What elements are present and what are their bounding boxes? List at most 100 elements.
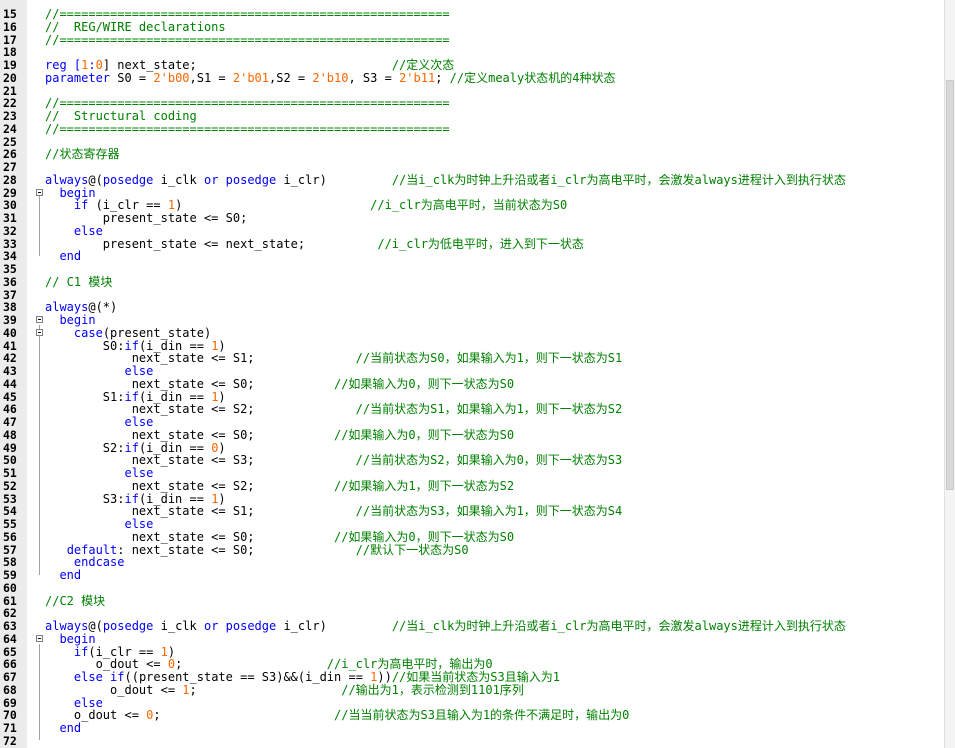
code-text: always@(posedge i_clk or posedge i_clr) … (45, 172, 846, 187)
code-line[interactable]: 26//状态寄存器 (0, 148, 948, 161)
code-token: //如果输入为0，则下一状态为S0 (333, 376, 515, 391)
code-text: // C1 模块 (45, 274, 113, 289)
code-token: //当前状态为S1，如果输入为1，则下一状态为S2 (355, 402, 623, 417)
code-line[interactable]: 63 always@(posedge i_clk or posedge i_clr… (0, 620, 948, 633)
code-line[interactable]: 28 always@(posedge i_clk or posedge i_clr… (0, 172, 948, 187)
code-token: i_clr) (276, 172, 392, 187)
code-line[interactable]: 57 default: next_state <= S0; //默认下一状态为S… (0, 542, 948, 557)
code-token: end (45, 568, 82, 582)
line-number: 64 (3, 631, 17, 646)
line-number: 55 (3, 517, 17, 531)
code-token: ; (153, 708, 335, 723)
code-token: 1 (182, 682, 190, 697)
code-line[interactable]: 37 (0, 288, 948, 302)
code-token: //当当前状态为S3且输入为1的条件不满足时，输出为0 (334, 708, 630, 723)
code-token: //当前状态为S2，如果输入为0，则下一状态为S3 (355, 453, 623, 468)
code-token: : next_state <= S0; (117, 542, 356, 557)
line-number: 68 (3, 682, 17, 697)
line-number: 47 (3, 415, 17, 429)
code-lines[interactable]: 15 //====================================… (0, 8, 948, 748)
code-token: i_clk (153, 619, 204, 633)
line-number: 72 (3, 733, 17, 748)
code-token: posedge (102, 172, 154, 187)
code-token: end (45, 249, 82, 264)
code-line[interactable]: 71 end (0, 722, 948, 735)
line-number: 51 (3, 466, 17, 480)
code-token: //======================================… (45, 32, 450, 47)
line-number: 28 (3, 172, 17, 187)
code-token: 2'b01 (232, 70, 269, 85)
line-number: 39 (3, 313, 17, 327)
code-token: //当i_clk为时钟上升沿或者i_clr为高电平时，会激发always进程计入… (391, 619, 846, 633)
line-number: 35 (3, 262, 17, 276)
fold-toggle-icon[interactable] (36, 316, 44, 324)
line-number: 27 (3, 160, 17, 174)
code-token: 2'b00 (153, 70, 190, 85)
code-token: // C1 模块 (45, 274, 113, 289)
code-token: posedge (225, 172, 277, 187)
fold-toggle-icon[interactable] (36, 634, 44, 643)
code-line[interactable]: 72 (0, 733, 948, 748)
line-number: 48 (3, 427, 17, 442)
code-token: i_clk (153, 172, 204, 187)
code-text: //状态寄存器 (45, 148, 119, 161)
line-number: 16 (3, 19, 17, 34)
code-text: parameter S0 = 2'b00,S1 = 2'b01,S2 = 2'b… (45, 70, 616, 85)
code-token: //输出为1，表示检测到1101序列 (341, 682, 524, 697)
line-number: 20 (3, 70, 17, 85)
code-line[interactable]: 59 end (0, 569, 948, 582)
line-number: 59 (3, 568, 17, 582)
line-number: 31 (3, 211, 17, 225)
code-line[interactable]: 17//====================================… (0, 32, 948, 47)
code-editor[interactable]: 15 //====================================… (0, 0, 955, 748)
code-token: //C2 模块 (45, 593, 106, 608)
line-number: 60 (3, 580, 17, 595)
code-token: , S3 = (348, 70, 400, 85)
code-line[interactable]: 24 //====================================… (0, 121, 948, 136)
code-line[interactable]: 36 // C1 模块 (0, 274, 948, 289)
line-number: 43 (3, 364, 17, 378)
code-line[interactable]: 34 end (0, 250, 948, 263)
code-line[interactable]: 35 (0, 263, 948, 276)
code-line[interactable]: 33 present_state <= next_state; //i_clr为… (0, 237, 948, 251)
code-token: //默认下一状态为S0 (355, 542, 469, 557)
line-number: 40 (3, 325, 17, 340)
code-line[interactable]: 20 parameter S0 = 2'b00,S1 = 2'b01,S2 = 2… (0, 70, 948, 85)
scrollbar-thumb[interactable] (946, 80, 954, 490)
code-line[interactable]: 58 endcase (0, 556, 948, 569)
code-text: //======================================… (45, 32, 450, 47)
line-number: 32 (3, 223, 17, 238)
code-token: ; (435, 70, 450, 85)
code-token: //当前状态为S3，如果输入为1，则下一状态为S4 (355, 504, 623, 519)
line-number: 71 (3, 721, 17, 735)
code-token: 2'b11 (399, 70, 436, 85)
fold-toggle-icon[interactable] (36, 328, 44, 337)
code-text: //======================================… (45, 121, 450, 136)
code-text: o_dout <= 1; //输出为1，表示检测到1101序列 (45, 682, 524, 697)
code-text: end (45, 722, 81, 735)
line-number: 19 (3, 58, 17, 72)
code-line[interactable]: 70 o_dout <= 0; //当当前状态为S3且输入为1的条件不满足时，输… (0, 709, 948, 722)
code-token: //i_clr为高电平时，当前状态为S0 (370, 198, 568, 213)
line-number: 36 (3, 274, 17, 289)
code-token: parameter (45, 70, 111, 85)
code-line[interactable]: 61//C2 模块 (0, 593, 948, 608)
code-token: //======================================… (45, 121, 450, 136)
code-token: //当前状态为S0，如果输入为1，则下一状态为S1 (355, 351, 623, 366)
vertical-scrollbar[interactable] (944, 0, 955, 748)
code-token: //定义mealy状态机的4种状态 (449, 70, 616, 85)
code-line[interactable]: 25 (0, 135, 948, 149)
fold-toggle-icon[interactable] (36, 188, 44, 197)
code-token: //当i_clk为时钟上升沿或者i_clr为高电平时，会激发always进程计入… (391, 172, 846, 187)
code-line[interactable]: 60 (0, 580, 948, 595)
code-text: o_dout <= 0; //当当前状态为S3且输入为1的条件不满足时，输出为0 (45, 709, 629, 722)
code-line[interactable]: 68 o_dout <= 1; //输出为1，表示检测到1101序列 (0, 682, 948, 697)
code-line[interactable]: 38 always@(*) (0, 301, 948, 314)
code-token: S0 = (110, 70, 154, 85)
code-line[interactable]: 31 present_state <= S0; (0, 212, 948, 225)
code-text: //C2 模块 (45, 593, 106, 608)
line-number: 52 (3, 478, 17, 493)
line-number: 15 (3, 7, 17, 21)
code-text: end (45, 569, 81, 582)
